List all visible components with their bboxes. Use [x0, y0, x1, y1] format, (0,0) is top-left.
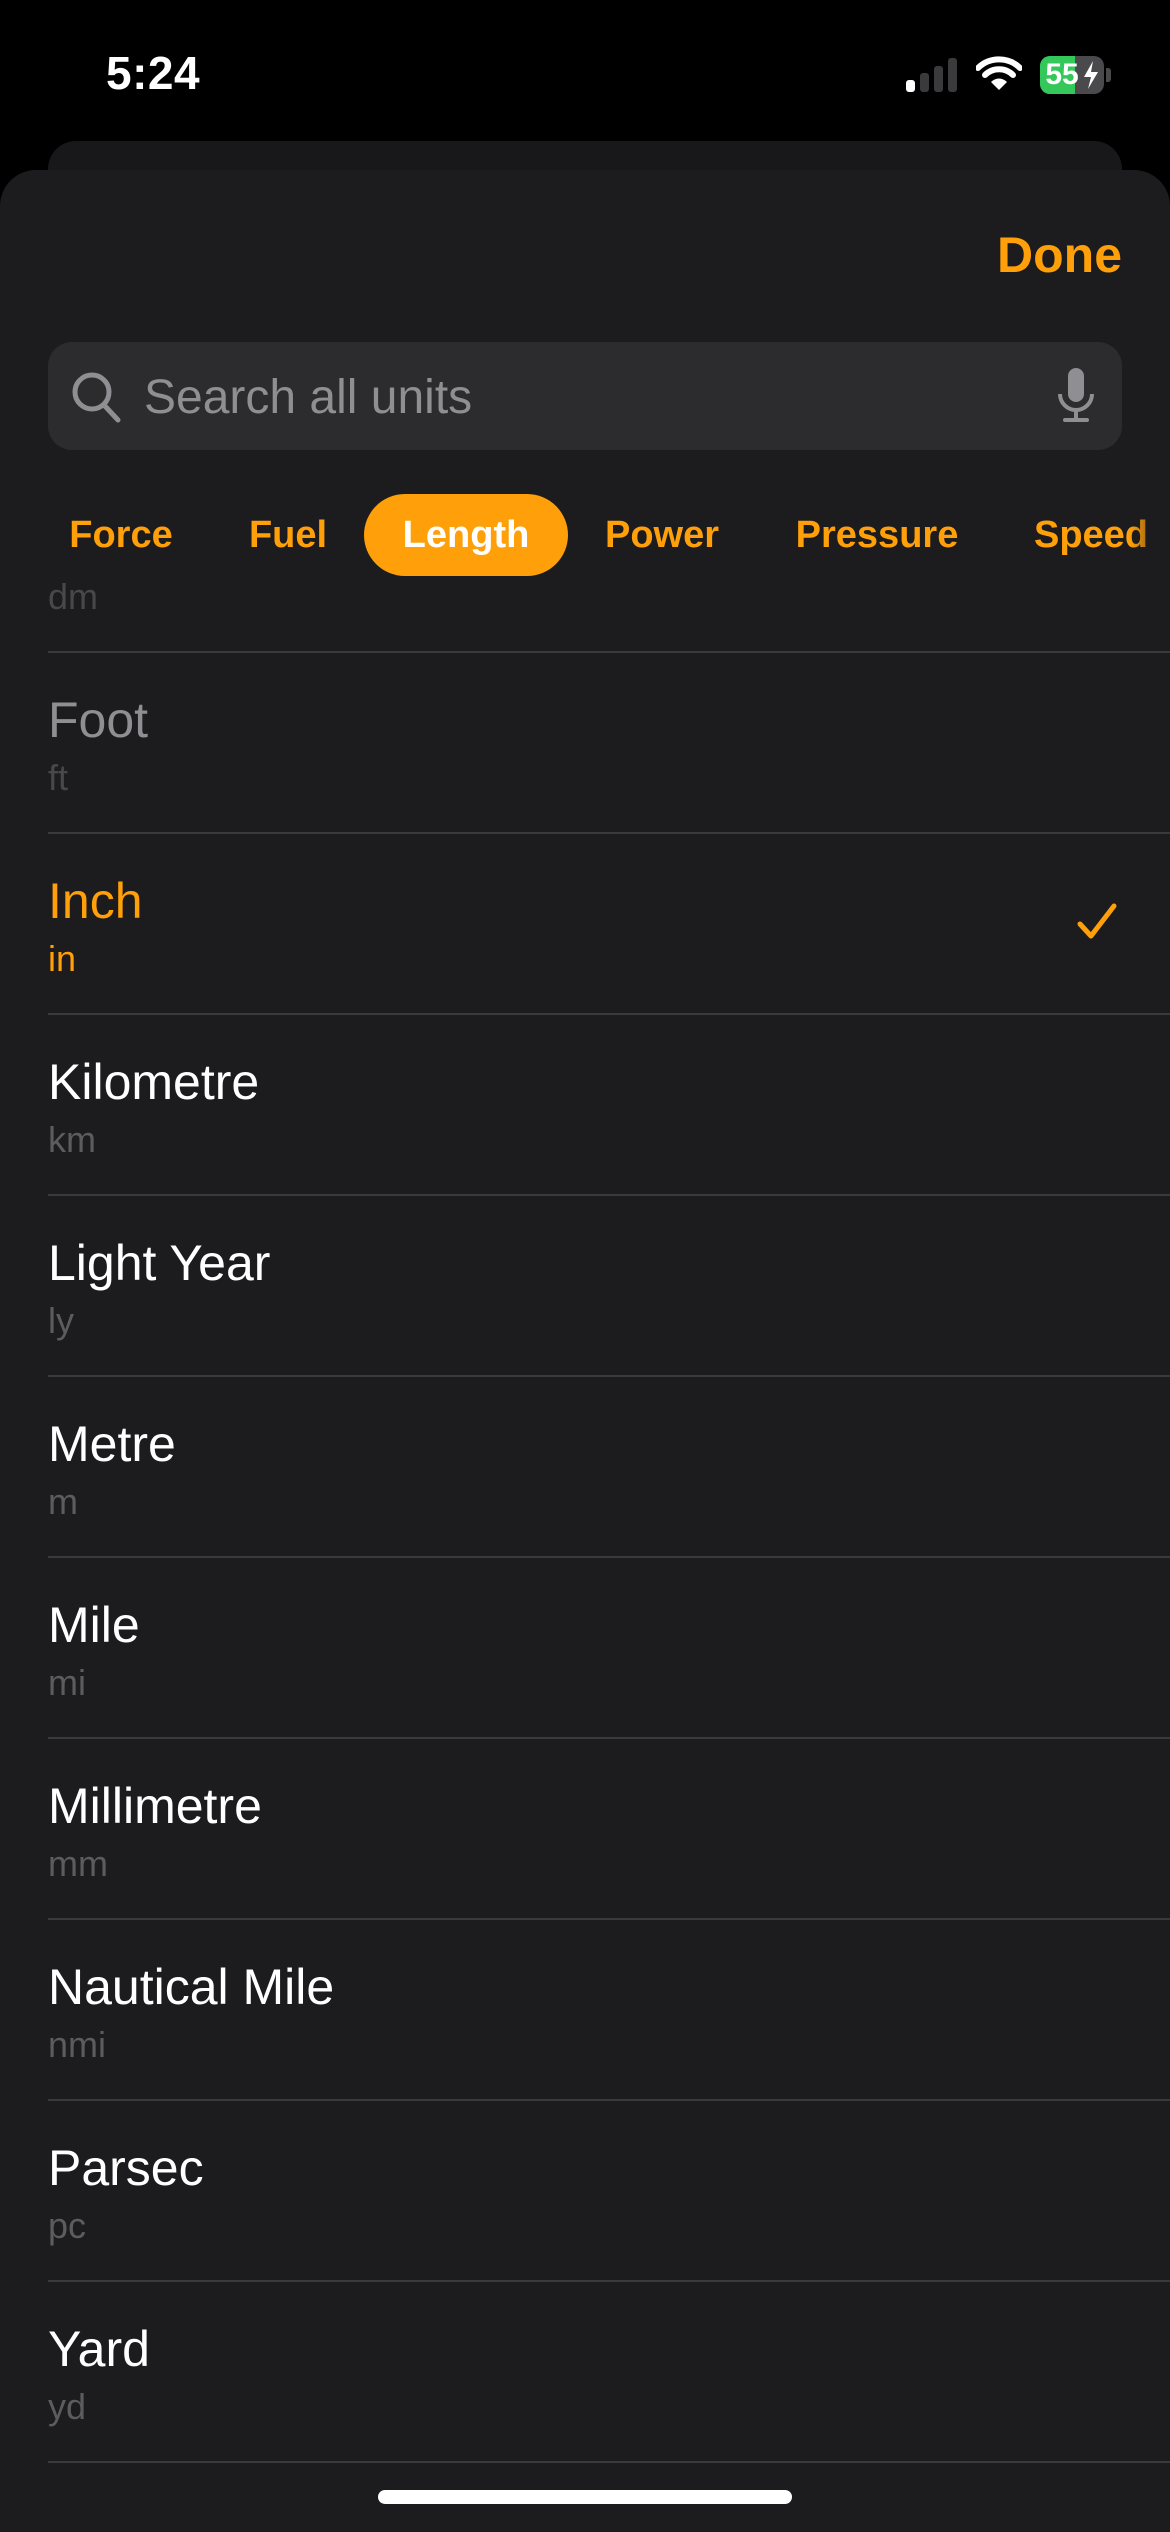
unit-row-nautical-mile[interactable]: Nautical Mile nmi [48, 1920, 1170, 2101]
checkmark-icon [1077, 903, 1117, 939]
unit-name: Foot [48, 692, 149, 748]
unit-abbreviation: nmi [48, 2024, 107, 2065]
unit-row-inch[interactable]: Inch in [48, 834, 1170, 1015]
charging-bolt-icon [1084, 61, 1098, 89]
battery-cap [1106, 68, 1111, 82]
tab-fuel[interactable]: Fuel [218, 494, 358, 576]
unit-row-yard[interactable]: Yard yd [48, 2282, 1170, 2463]
unit-list[interactable]: Decimetre dm Foot ft Inch in Kilometre k… [0, 576, 1170, 2532]
unit-name: Millimetre [48, 1778, 262, 1834]
unit-name: Inch [48, 873, 143, 929]
unit-abbreviation: ft [48, 757, 69, 798]
unit-row-millimetre[interactable]: Millimetre mm [48, 1739, 1170, 1920]
search-input[interactable] [142, 342, 1046, 452]
tab-pressure[interactable]: Pressure [776, 494, 978, 576]
unit-name: Yard [48, 2321, 150, 2377]
unit-abbreviation: pc [48, 2205, 87, 2246]
unit-abbreviation: m [48, 1481, 78, 1522]
unit-abbreviation: km [48, 1119, 96, 1160]
cellular-signal-icon [906, 58, 957, 92]
unit-name: Metre [48, 1416, 176, 1472]
unit-row-parsec[interactable]: Parsec pc [48, 2101, 1170, 2282]
unit-abbreviation: mi [48, 1662, 86, 1703]
search-icon [72, 372, 121, 423]
status-bar: 5:24 55 [0, 0, 1170, 140]
status-time: 5:24 [106, 47, 201, 99]
tab-length[interactable]: Length [364, 494, 568, 576]
wifi-icon [976, 56, 1022, 90]
unit-name: Mile [48, 1597, 140, 1653]
unit-row-metre[interactable]: Metre m [48, 1377, 1170, 1558]
unit-name: Parsec [48, 2140, 204, 2196]
unit-abbreviation: mm [48, 1843, 108, 1884]
battery-percent: 55 [1045, 58, 1079, 91]
unit-abbreviation: in [48, 938, 77, 979]
unit-abbreviation: ly [48, 1300, 74, 1341]
category-tabs: Force Fuel Length Power Pressure Speed [0, 494, 1170, 576]
search-field[interactable] [48, 342, 1122, 452]
unit-row-foot[interactable]: Foot ft [48, 653, 1170, 834]
unit-name: Kilometre [48, 1054, 260, 1110]
unit-row-light-year[interactable]: Light Year ly [48, 1196, 1170, 1377]
unit-name: Light Year [48, 1235, 271, 1291]
tabs-scroll-fade [1130, 494, 1170, 576]
unit-abbreviation: yd [48, 2386, 87, 2427]
tab-power[interactable]: Power [584, 494, 740, 576]
battery-icon: 55 [1040, 56, 1104, 94]
unit-name: Nautical Mile [48, 1959, 335, 2015]
unit-picker-sheet: Done Force Fuel Length Power Pressure Sp… [0, 170, 1170, 2532]
unit-abbreviation: dm [48, 576, 99, 617]
tab-force[interactable]: Force [48, 494, 194, 576]
home-indicator[interactable] [378, 2490, 792, 2504]
microphone-icon[interactable] [1056, 368, 1096, 424]
done-button[interactable]: Done [997, 226, 1122, 284]
unit-row-mile[interactable]: Mile mi [48, 1558, 1170, 1739]
unit-row-kilometre[interactable]: Kilometre km [48, 1015, 1170, 1196]
unit-row-decimetre[interactable]: Decimetre dm [48, 576, 1170, 653]
